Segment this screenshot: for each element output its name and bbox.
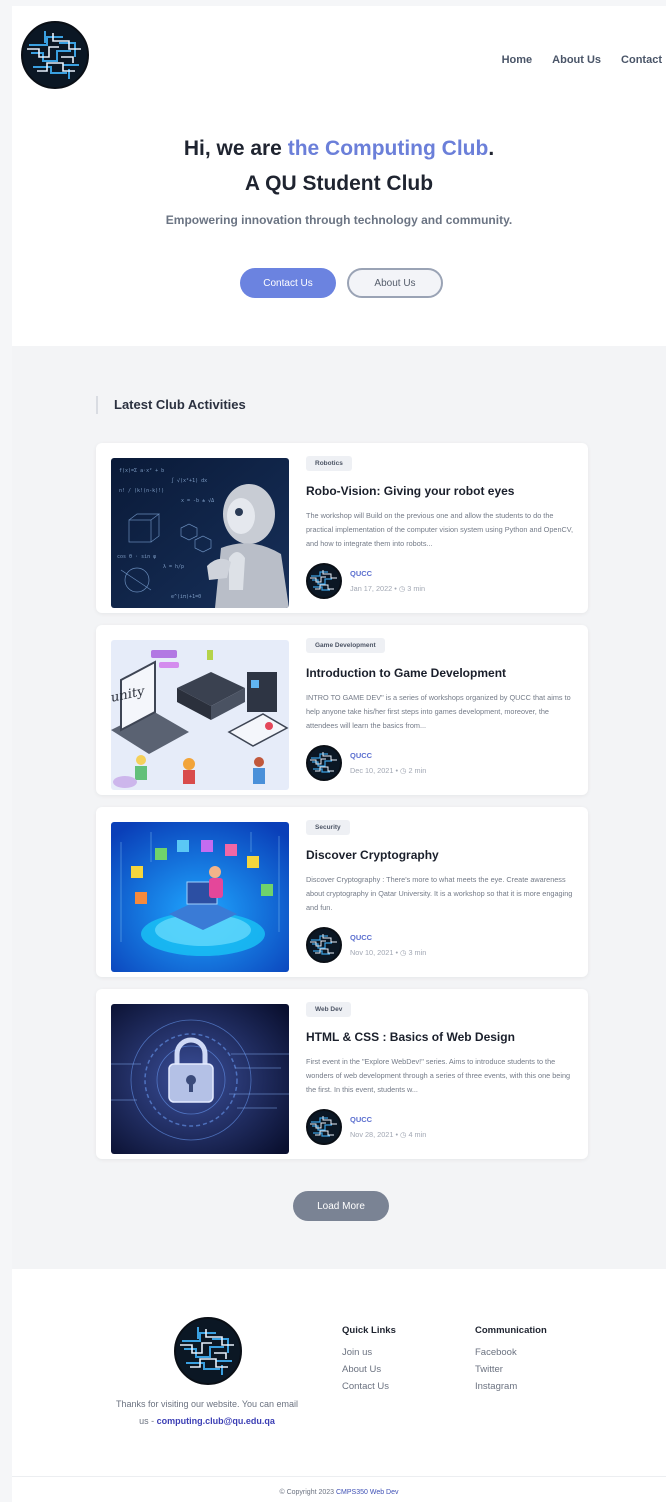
contact-us-button[interactable]: Contact Us xyxy=(240,268,336,298)
post-meta: Nov 28, 2021 • ◷ 4 min xyxy=(350,1130,426,1139)
club-logo[interactable] xyxy=(21,21,89,89)
section-title: Latest Club Activities xyxy=(114,397,246,412)
author-avatar xyxy=(306,563,342,599)
svg-text:e^(iπ)+1=0: e^(iπ)+1=0 xyxy=(171,594,201,600)
svg-text:x = -b ± √Δ: x = -b ± √Δ xyxy=(181,498,214,504)
activity-card-webdev[interactable]: Web Dev HTML & CSS : Basics of Web Desig… xyxy=(96,989,588,1159)
game-development-illustration-icon: unity xyxy=(111,640,289,790)
communication-title: Communication xyxy=(475,1325,547,1336)
circuit-maze-logo-icon xyxy=(176,1319,240,1383)
card-description: First event in the "Explore WebDev!" ser… xyxy=(306,1057,571,1094)
category-tag[interactable]: Robotics xyxy=(306,456,352,471)
footer-divider xyxy=(12,1476,666,1477)
footer-link-join[interactable]: Join us xyxy=(342,1347,372,1358)
activity-card-cryptography[interactable]: Security Discover Cryptography Discover … xyxy=(96,807,588,977)
card-title[interactable]: Introduction to Game Development xyxy=(306,666,581,680)
card-description: Discover Cryptography : There's more to … xyxy=(306,875,573,912)
author-avatar xyxy=(306,745,342,781)
read-time: 3 min xyxy=(408,948,427,957)
footer-description: Thanks for visiting our website. You can… xyxy=(112,1396,302,1430)
hero-title-line2: A QU Student Club xyxy=(244,172,434,195)
footer-link-facebook[interactable]: Facebook xyxy=(475,1347,517,1358)
page: Home About Us Contact Hi, we are the Com… xyxy=(12,6,666,1502)
activity-card-robovision[interactable]: f(x)=Σ a·x² + b ∫ √(x²+1) dx n! / (k!(n-k… xyxy=(96,443,588,613)
card-image-webdev xyxy=(111,1004,289,1154)
footer-link-about[interactable]: About Us xyxy=(342,1364,381,1375)
category-tag[interactable]: Web Dev xyxy=(306,1002,352,1017)
clock-icon: ◷ xyxy=(398,584,408,593)
card-title[interactable]: Discover Cryptography xyxy=(306,848,581,862)
read-time: 3 min xyxy=(407,584,426,593)
post-meta: Dec 10, 2021 • ◷ 2 min xyxy=(350,766,426,775)
hero-subtitle: Empowering innovation through technology… xyxy=(165,213,513,227)
author-name[interactable]: QUCC xyxy=(350,1115,372,1124)
footer-logo[interactable] xyxy=(174,1317,242,1385)
svg-text:n! / (k!(n-k)!): n! / (k!(n-k)!) xyxy=(119,488,164,494)
hero-title-prefix: Hi, we are xyxy=(183,137,288,160)
post-date: Jan 17, 2022 xyxy=(350,584,393,593)
nav-contact[interactable]: Contact xyxy=(621,54,662,66)
post-date: Nov 28, 2021 xyxy=(350,1130,394,1139)
svg-text:cos θ · sin φ: cos θ · sin φ xyxy=(117,554,156,560)
footer-link-instagram[interactable]: Instagram xyxy=(475,1381,517,1392)
post-date: Nov 10, 2021 xyxy=(350,948,394,957)
post-date: Dec 10, 2021 xyxy=(350,766,394,775)
section-accent-bar xyxy=(96,396,98,414)
hero-title: Hi, we are the Computing Club. xyxy=(12,137,666,161)
robot-thinking-icon: f(x)=Σ a·x² + b ∫ √(x²+1) dx n! / (k!(n-k… xyxy=(111,458,289,608)
copyright: © Copyright 2023 CMPS350 Web Dev xyxy=(12,1489,666,1496)
card-image-robot: f(x)=Σ a·x² + b ∫ √(x²+1) dx n! / (k!(n-k… xyxy=(111,458,289,608)
svg-text:λ = h/p: λ = h/p xyxy=(163,564,184,570)
card-description: The workshop will Build on the previous … xyxy=(306,511,574,548)
author-avatar xyxy=(306,927,342,963)
author-avatar xyxy=(306,1109,342,1145)
category-tag[interactable]: Game Development xyxy=(306,638,385,653)
circuit-maze-logo-icon xyxy=(308,747,340,779)
about-us-button[interactable]: About Us xyxy=(347,268,443,298)
card-image-cryptography xyxy=(111,822,289,972)
footer-link-contact[interactable]: Contact Us xyxy=(342,1381,389,1392)
activity-card-gamedev[interactable]: unity Game Development Introduction to G… xyxy=(96,625,588,795)
svg-text:∫ √(x²+1) dx: ∫ √(x²+1) dx xyxy=(171,477,207,484)
footer-link-twitter[interactable]: Twitter xyxy=(475,1364,503,1375)
read-time: 2 min xyxy=(408,766,427,775)
cryptography-illustration-icon xyxy=(111,822,289,972)
author-name[interactable]: QUCC xyxy=(350,751,372,760)
copyright-link[interactable]: CMPS350 Web Dev xyxy=(336,1489,399,1496)
padlock-security-icon xyxy=(111,1004,289,1154)
card-title[interactable]: Robo-Vision: Giving your robot eyes xyxy=(306,484,581,498)
quick-links-title: Quick Links xyxy=(342,1325,396,1336)
nav-home[interactable]: Home xyxy=(502,54,533,66)
footer: Thanks for visiting our website. You can… xyxy=(12,1269,666,1502)
header: Home About Us Contact Hi, we are the Com… xyxy=(12,6,666,346)
card-description: INTRO TO GAME DEV" is a series of worksh… xyxy=(306,693,571,730)
nav-about[interactable]: About Us xyxy=(552,54,601,66)
card-title[interactable]: HTML & CSS : Basics of Web Design xyxy=(306,1030,581,1044)
circuit-maze-logo-icon xyxy=(308,565,340,597)
post-meta: Nov 10, 2021 • ◷ 3 min xyxy=(350,948,426,957)
category-tag[interactable]: Security xyxy=(306,820,350,835)
load-more-button[interactable]: Load More xyxy=(293,1191,389,1221)
circuit-maze-logo-icon xyxy=(308,929,340,961)
svg-text:f(x)=Σ a·x² + b: f(x)=Σ a·x² + b xyxy=(119,468,164,474)
post-meta: Jan 17, 2022 • ◷ 3 min xyxy=(350,584,425,593)
read-time: 4 min xyxy=(408,1130,427,1139)
card-image-gamedev: unity xyxy=(111,640,289,790)
hero-title-accent: the Computing Club xyxy=(287,137,489,160)
circuit-maze-logo-icon xyxy=(23,23,87,87)
copyright-text: © Copyright 2023 xyxy=(279,1489,336,1496)
main-nav: Home About Us Contact xyxy=(502,54,662,66)
author-name[interactable]: QUCC xyxy=(350,569,372,578)
circuit-maze-logo-icon xyxy=(308,1111,340,1143)
hero-title-suffix: . xyxy=(488,137,495,160)
author-name[interactable]: QUCC xyxy=(350,933,372,942)
footer-email-link[interactable]: computing.club@qu.edu.qa xyxy=(157,1416,275,1426)
